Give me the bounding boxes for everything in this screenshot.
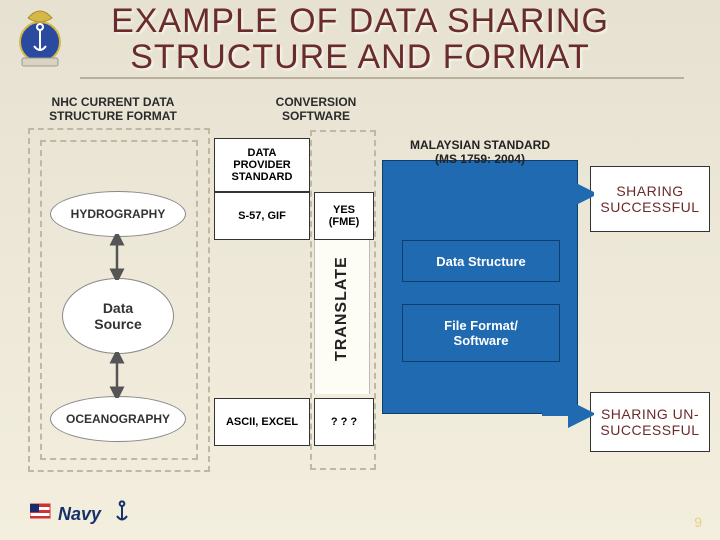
slide: EXAMPLE OF DATA SHARING STRUCTURE AND FO… (0, 0, 720, 540)
page-number: 9 (694, 514, 702, 530)
source-hydrography: HYDROGRAPHY (50, 191, 186, 237)
title-line-1: EXAMPLE OF DATA SHARING (111, 2, 609, 40)
translate-label: TRANSLATE (333, 271, 351, 361)
oceanography-label: OCEANOGRAPHY (66, 412, 170, 426)
hydrography-label: HYDROGRAPHY (71, 207, 166, 221)
title-line-2: STRUCTURE AND FORMAT (130, 38, 589, 76)
row2-conversion-cell: ? ? ? (314, 398, 374, 446)
translate-text: TRANSLATE (333, 256, 350, 361)
row1-fmt: S-57, GIF (238, 210, 286, 222)
source-data-source: Data Source (62, 278, 174, 354)
arrow-center-to-ocean (108, 352, 126, 398)
result-unsuccessful: SHARING UN-SUCCESSFUL (590, 392, 710, 452)
col-header-structure: NHC CURRENT DATA STRUCTURE FORMAT (38, 96, 188, 124)
row1-format-cell: S-57, GIF (214, 192, 310, 240)
callout2-l1: File Format/ (444, 318, 518, 333)
ok-l2: SUCCESSFUL (600, 199, 699, 215)
ok-l1: SHARING (616, 183, 683, 199)
slide-title: EXAMPLE OF DATA SHARING STRUCTURE AND FO… (0, 0, 720, 75)
arrow-hydro-to-center (108, 234, 126, 280)
callout2-l2: Software (454, 333, 509, 348)
row1-conv-l1: YES (333, 204, 355, 216)
title-rule (80, 77, 684, 79)
footer-logo: Navy (30, 498, 150, 528)
standard-box (382, 160, 578, 414)
std-l2: (MS 1759: 2004) (435, 152, 525, 166)
bad-l2: SUCCESSFUL (600, 422, 699, 438)
callout1-text: Data Structure (436, 254, 526, 269)
col2-l2: SOFTWARE (282, 109, 350, 123)
col-header-conversion: CONVERSION SOFTWARE (256, 96, 376, 124)
data-source-label: Data Source (94, 300, 141, 332)
row2-fmt: ASCII, EXCEL (226, 416, 298, 428)
row1-conversion-cell: YES(FME) (314, 192, 374, 240)
prov-l1: DATA (248, 147, 277, 159)
footer-brand-text: Navy (58, 504, 102, 524)
row2-conv: ? ? ? (331, 416, 357, 428)
std-l1: MALAYSIAN STANDARD (410, 138, 550, 152)
page-num-text: 9 (694, 514, 702, 530)
row1-conv-l2: (FME) (329, 216, 360, 228)
callout-data-structure: Data Structure (402, 240, 560, 282)
prov-l2: PROVIDER (233, 159, 290, 171)
col1-l1: NHC CURRENT DATA (52, 95, 175, 109)
standard-title: MALAYSIAN STANDARD (MS 1759: 2004) (392, 138, 568, 166)
callout-file-format: File Format/ Software (402, 304, 560, 362)
row2-format-cell: ASCII, EXCEL (214, 398, 310, 446)
provider-standard-header: DATA PROVIDER STANDARD (214, 138, 310, 192)
arrow-to-unsuccessful (540, 400, 594, 430)
col1-l2: STRUCTURE FORMAT (49, 109, 177, 123)
source-oceanography: OCEANOGRAPHY (50, 396, 186, 442)
result-success: SHARINGSUCCESSFUL (590, 166, 710, 232)
bad-l1: SHARING UN- (601, 406, 699, 422)
navy-crest-icon (14, 6, 66, 70)
arrow-std-to-success (572, 176, 594, 212)
prov-l3: STANDARD (232, 171, 293, 183)
col2-l1: CONVERSION (276, 95, 357, 109)
